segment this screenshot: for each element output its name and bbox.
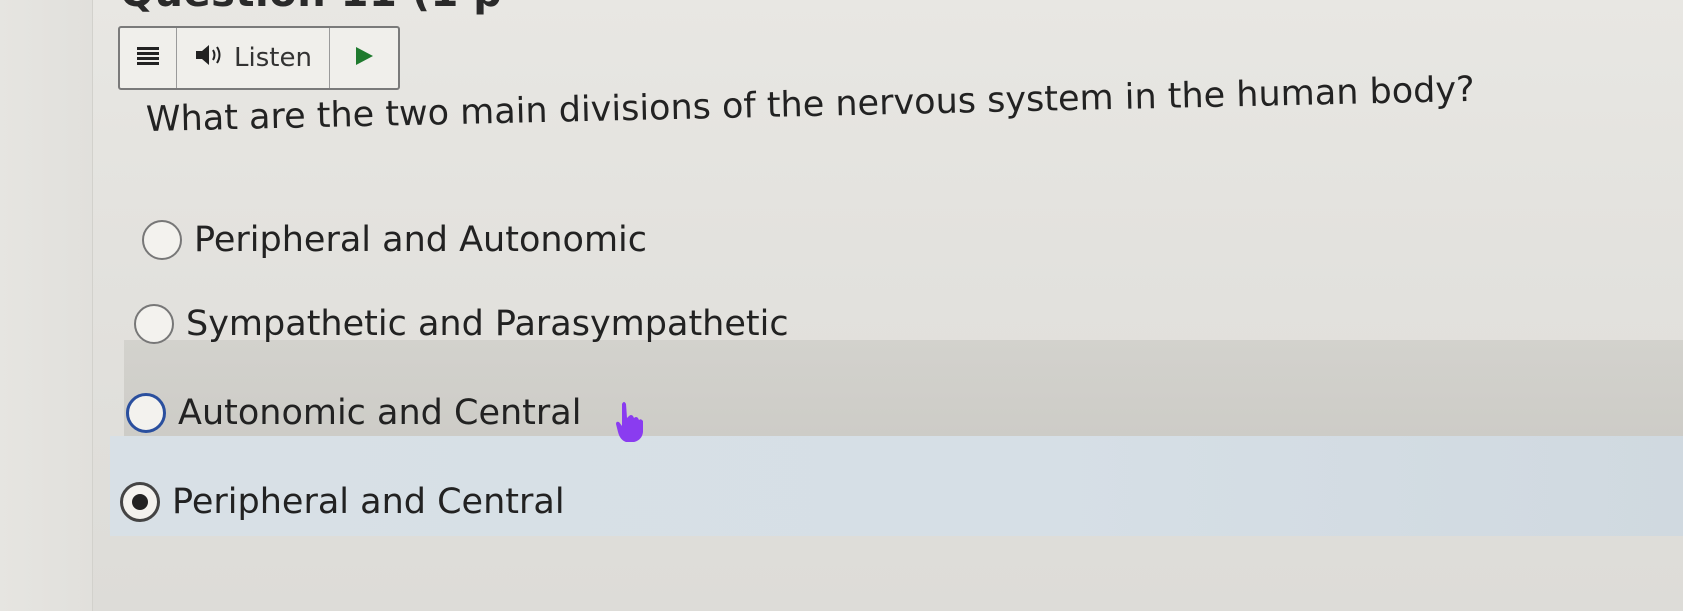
radio-button-selected[interactable] [120,482,160,522]
radio-button[interactable] [142,220,182,260]
option-label: Peripheral and Central [172,482,565,522]
radio-dot-icon [132,494,148,510]
option-label: Peripheral and Autonomic [194,220,648,260]
option-sympathetic-parasympathetic[interactable]: Sympathetic and Parasympathetic [134,304,789,344]
option-label: Autonomic and Central [178,393,582,433]
radio-button[interactable] [126,393,166,433]
radio-button[interactable] [134,304,174,344]
option-autonomic-central[interactable]: Autonomic and Central [126,393,581,433]
option-peripheral-central[interactable]: Peripheral and Central [120,482,565,522]
answer-options: Peripheral and Autonomic Sympathetic and… [0,0,1683,611]
option-peripheral-autonomic[interactable]: Peripheral and Autonomic [142,220,647,260]
hand-cursor-icon [612,400,648,444]
option-label: Sympathetic and Parasympathetic [186,304,789,344]
